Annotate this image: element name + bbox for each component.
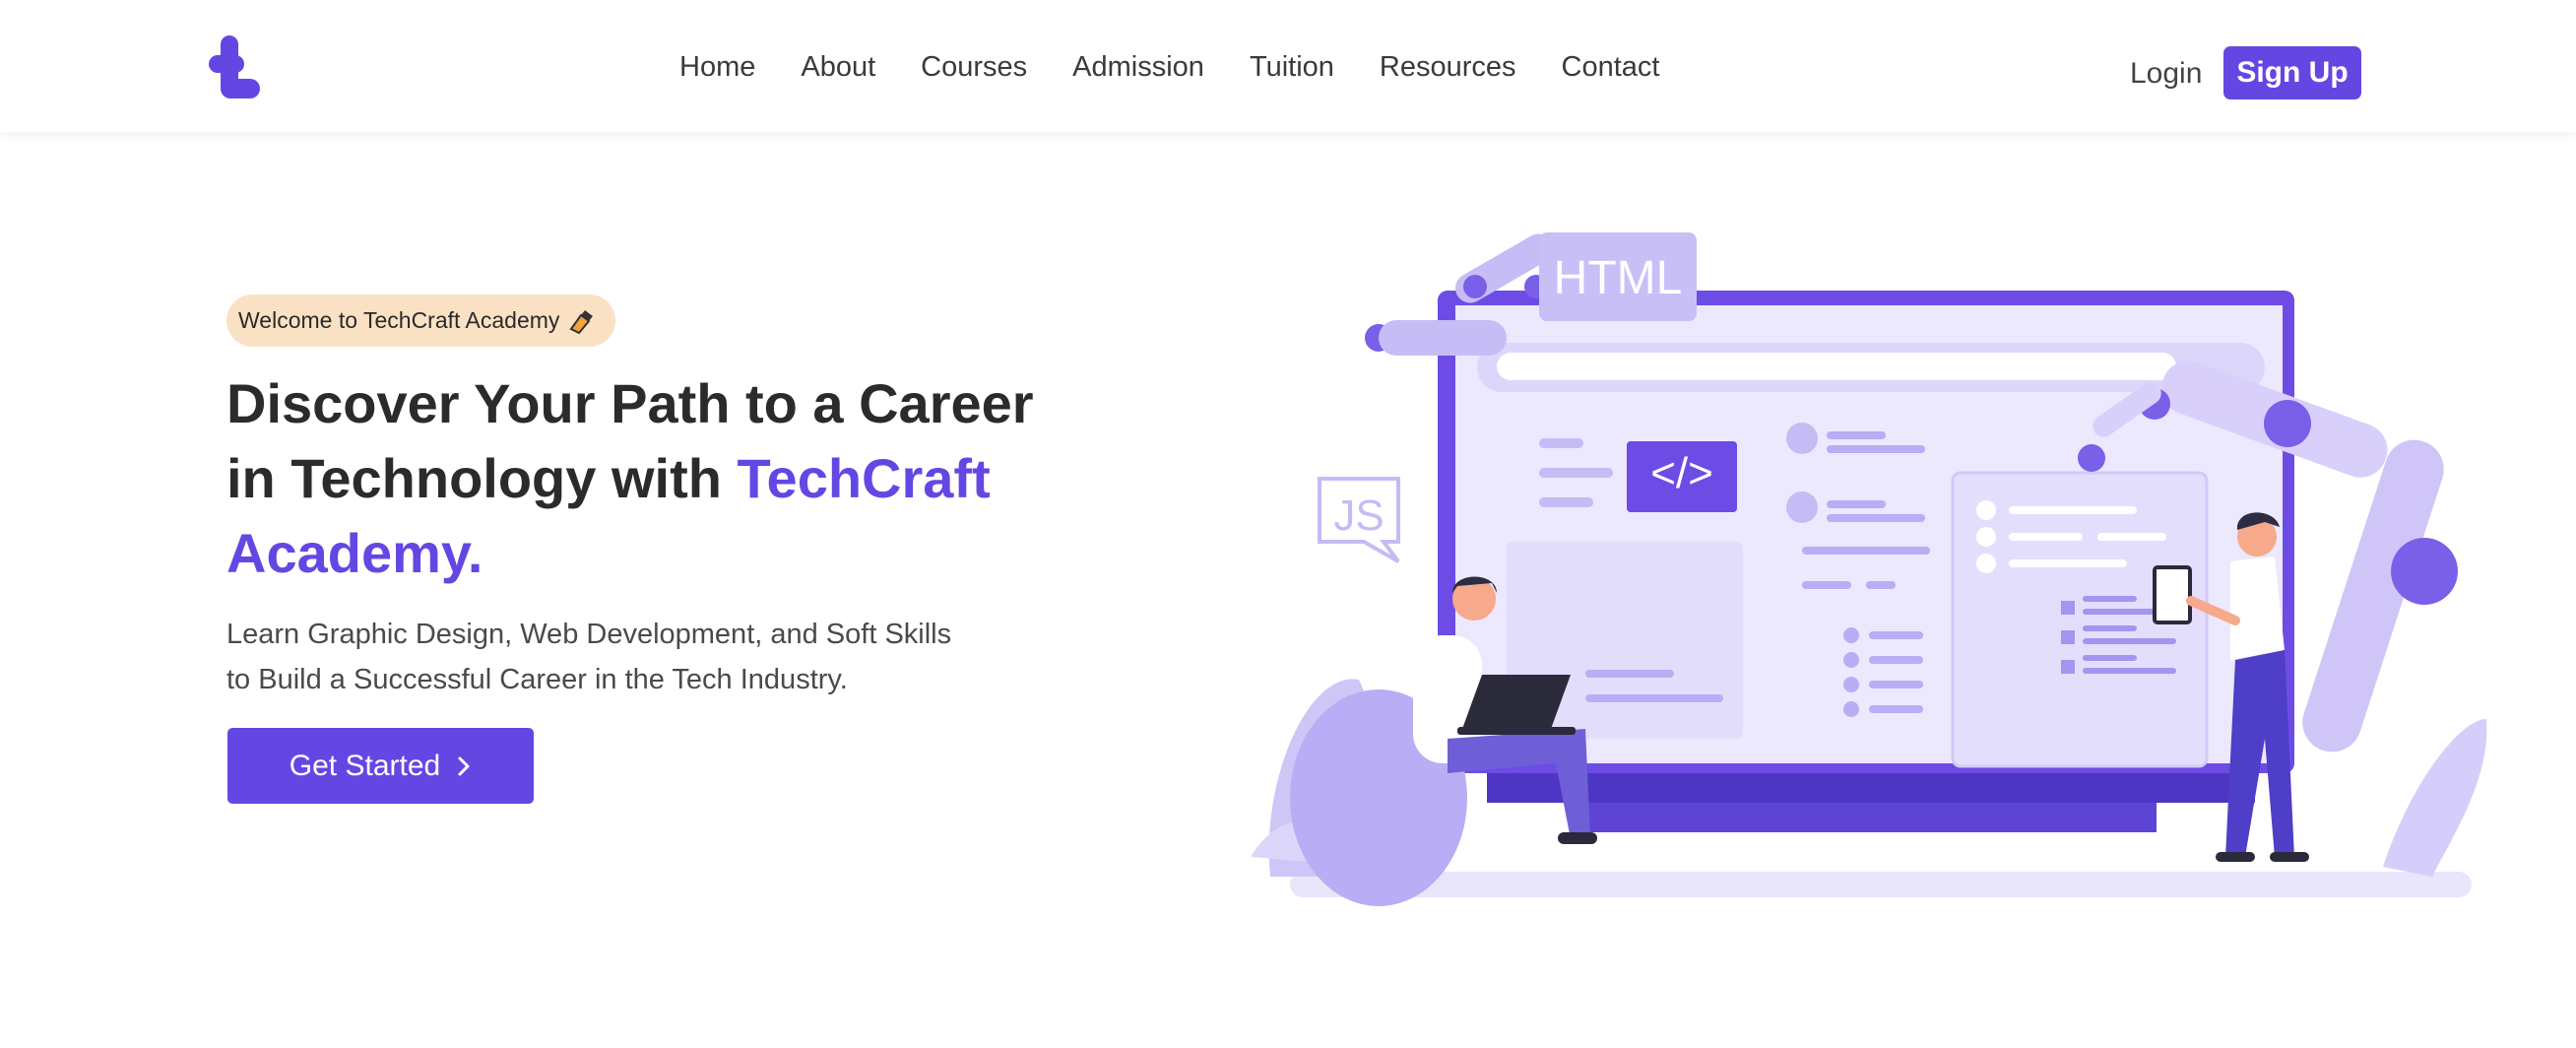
ground (1290, 872, 2472, 897)
hero-subtitle-line1: Learn Graphic Design, Web Development, a… (226, 619, 952, 650)
nav-contact[interactable]: Contact (1562, 51, 1660, 84)
chevron-right-icon (458, 756, 470, 775)
nav-admission[interactable]: Admission (1072, 51, 1204, 84)
nav-home[interactable]: Home (679, 51, 755, 84)
plant-right (2383, 719, 2487, 877)
hero-illustration: </> HTML JS (1251, 232, 2487, 906)
nav-about[interactable]: About (801, 51, 875, 84)
nav-courses[interactable]: Courses (921, 51, 1027, 84)
html-tag-text: HTML (1554, 252, 1683, 304)
hero-title: Discover Your Path to a Career in Techno… (226, 366, 1093, 591)
monitor-stand (1576, 798, 2157, 832)
nav-tuition[interactable]: Tuition (1250, 51, 1334, 84)
pen-icon (569, 309, 594, 334)
nav-resources[interactable]: Resources (1380, 51, 1516, 84)
code-tag-text: </> (1650, 449, 1713, 497)
navbar: Home About Courses Admission Tuition Res… (0, 0, 2576, 132)
main-nav: Home About Courses Admission Tuition Res… (679, 51, 1659, 84)
welcome-badge-text: Welcome to TechCraft Academy (238, 307, 560, 333)
get-started-button[interactable]: Get Started (227, 728, 534, 804)
welcome-badge: Welcome to TechCraft Academy (226, 295, 615, 347)
techcraft-logo-icon[interactable] (209, 35, 264, 104)
js-bubble-text: JS (1333, 491, 1384, 540)
hero-subtitle-line2: to Build a Successful Career in the Tech… (226, 664, 848, 695)
signup-button[interactable]: Sign Up (2223, 46, 2361, 99)
login-link[interactable]: Login (2130, 57, 2202, 91)
hero-subtitle: Learn Graphic Design, Web Development, a… (226, 612, 1113, 702)
get-started-label: Get Started (289, 749, 441, 782)
clipboard (2153, 565, 2192, 624)
